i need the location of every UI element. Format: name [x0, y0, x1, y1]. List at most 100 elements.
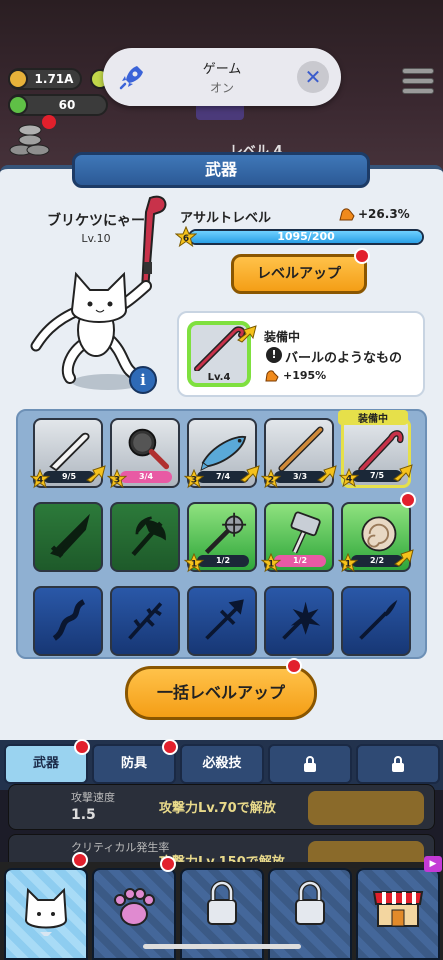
assault-level-label: アサルトレベル	[180, 211, 272, 226]
svg-text:3: 3	[191, 476, 197, 486]
panel-title: 武器	[72, 152, 370, 188]
upgrade-arrow-icon	[393, 464, 413, 482]
level-up-button[interactable]: レベルアップ	[231, 254, 367, 294]
bulk-alert-dot	[286, 658, 302, 674]
weapon-count: 1/2	[274, 555, 326, 567]
tab-weapon-dot	[74, 739, 90, 755]
svg-text:1: 1	[191, 560, 197, 570]
stat-row-button[interactable]	[308, 791, 424, 825]
star-icon: 1	[338, 553, 358, 573]
nav-shop[interactable]	[356, 868, 440, 960]
assault-progress-text: 1095/200	[277, 230, 335, 243]
weapon-slot-sword-silhouette[interactable]	[33, 502, 103, 572]
star-icon: 2	[261, 469, 281, 489]
tab-locked-1[interactable]	[268, 744, 352, 784]
stat-row-unlock-text: 攻撃力Lv.70で解放	[159, 801, 276, 816]
tab-armor-dot	[162, 739, 178, 755]
star-icon: 1	[261, 553, 281, 573]
star-level-badge: 6	[175, 226, 197, 248]
spear-icon	[205, 599, 244, 640]
svg-text:1: 1	[268, 560, 274, 570]
coin-value: 1.71A	[34, 72, 74, 86]
upgrade-arrow-icon	[86, 465, 106, 483]
coin-icon	[8, 69, 28, 89]
equipped-header: 装備中	[264, 330, 301, 344]
svg-text:1: 1	[345, 560, 351, 570]
star-icon: 3	[184, 469, 204, 489]
lock-icon	[304, 756, 316, 772]
star-icon: 4	[30, 469, 50, 489]
weapon-slot-bat[interactable]: 9/5 4	[30, 418, 106, 489]
weapon-slot-crowbar[interactable]: 7/5 4	[339, 418, 413, 488]
star-icon: 3	[107, 469, 127, 489]
nav-pet-dot	[160, 856, 176, 872]
whip-icon	[52, 599, 86, 641]
star-icon: 1	[184, 553, 204, 573]
weapon-slot-spear-silhouette[interactable]	[187, 586, 257, 656]
power-arm-icon	[265, 370, 279, 382]
weapon-slot-star-mace-silhouette[interactable]	[264, 586, 334, 656]
star-icon: 4	[339, 468, 359, 488]
svg-text:6: 6	[183, 234, 189, 244]
weapon-slot-brush-silhouette[interactable]	[341, 586, 411, 656]
svg-text:4: 4	[346, 475, 352, 485]
paw-icon	[114, 888, 155, 926]
info-icon[interactable]: i	[129, 366, 157, 394]
hammer-icon	[290, 511, 321, 554]
resource-alert-dot	[42, 115, 56, 129]
axe-icon	[131, 516, 166, 557]
gem-value: 60	[58, 98, 76, 112]
weapon-count: 1/2	[197, 555, 249, 567]
stat-row-title: 攻撃速度	[71, 791, 115, 804]
upgrade-arrow-icon	[394, 549, 414, 567]
equipped-tag: 装備中	[338, 410, 408, 425]
weapon-slot-fish[interactable]: 7/4 3	[184, 418, 260, 489]
cat-face-icon	[24, 887, 68, 938]
lock-icon	[295, 880, 325, 925]
lock-icon	[207, 880, 237, 925]
equipped-weapon-name: バールのようなもの	[285, 351, 403, 366]
cat-character	[30, 195, 167, 390]
branch-icon	[128, 602, 163, 640]
weapon-slot-frying-pan[interactable]: 3/4 3	[107, 418, 180, 489]
svg-text:4: 4	[37, 476, 43, 486]
nav-character-dot	[72, 852, 88, 868]
equipped-weapon-level: Lv.4	[207, 372, 231, 383]
tab-armor-label: 防具	[120, 756, 147, 771]
stat-row-attack-speed: 攻撃速度 1.5 攻撃力Lv.70で解放	[8, 784, 435, 830]
gem-counter: 60	[8, 94, 108, 116]
equipped-weapon-bonus: +195%	[283, 369, 327, 382]
weapon-alert-dot	[400, 492, 416, 508]
weapon-slot-branch-silhouette[interactable]	[110, 586, 180, 656]
upgrade-arrow-icon	[240, 465, 260, 483]
nav-character[interactable]	[4, 868, 88, 960]
tab-locked-2[interactable]	[356, 744, 440, 784]
weapon-slot-whip-silhouette[interactable]	[33, 586, 103, 656]
coin-counter: 1.71A	[8, 68, 82, 90]
stat-row-value: 1.5	[71, 807, 96, 823]
brush-icon	[359, 599, 398, 640]
close-icon[interactable]: ✕	[297, 61, 329, 93]
svg-text:2: 2	[268, 476, 274, 486]
mace-icon	[204, 512, 247, 554]
assault-bonus: +26.3%	[358, 207, 410, 221]
home-indicator[interactable]	[143, 944, 301, 949]
menu-icon[interactable]	[402, 68, 434, 96]
weapon-slot-ammonite[interactable]: 2/2 1	[338, 502, 414, 573]
upgrade-arrow-icon	[237, 325, 257, 343]
sword-icon	[50, 514, 90, 558]
svg-text:3: 3	[114, 476, 120, 486]
weapon-slot-mace[interactable]: 1/2 1	[184, 502, 257, 573]
tab-special-label: 必殺技	[202, 756, 242, 771]
alert-icon: !	[266, 347, 282, 363]
level-up-alert-dot	[354, 248, 370, 264]
bulk-level-up-button[interactable]: 一括レベルアップ	[125, 666, 317, 720]
stat-row-title: クリティカル発生率	[71, 841, 170, 854]
tab-special[interactable]: 必殺技	[180, 744, 264, 784]
weapon-slot-wooden-staff[interactable]: 3/3 2	[261, 418, 337, 489]
lock-icon	[392, 756, 404, 772]
upgrade-arrow-icon	[317, 465, 337, 483]
video-badge-icon: ▶	[424, 856, 442, 872]
weapon-slot-hammer[interactable]: 1/2 1	[261, 502, 334, 573]
weapon-slot-axe-silhouette[interactable]	[110, 502, 180, 572]
